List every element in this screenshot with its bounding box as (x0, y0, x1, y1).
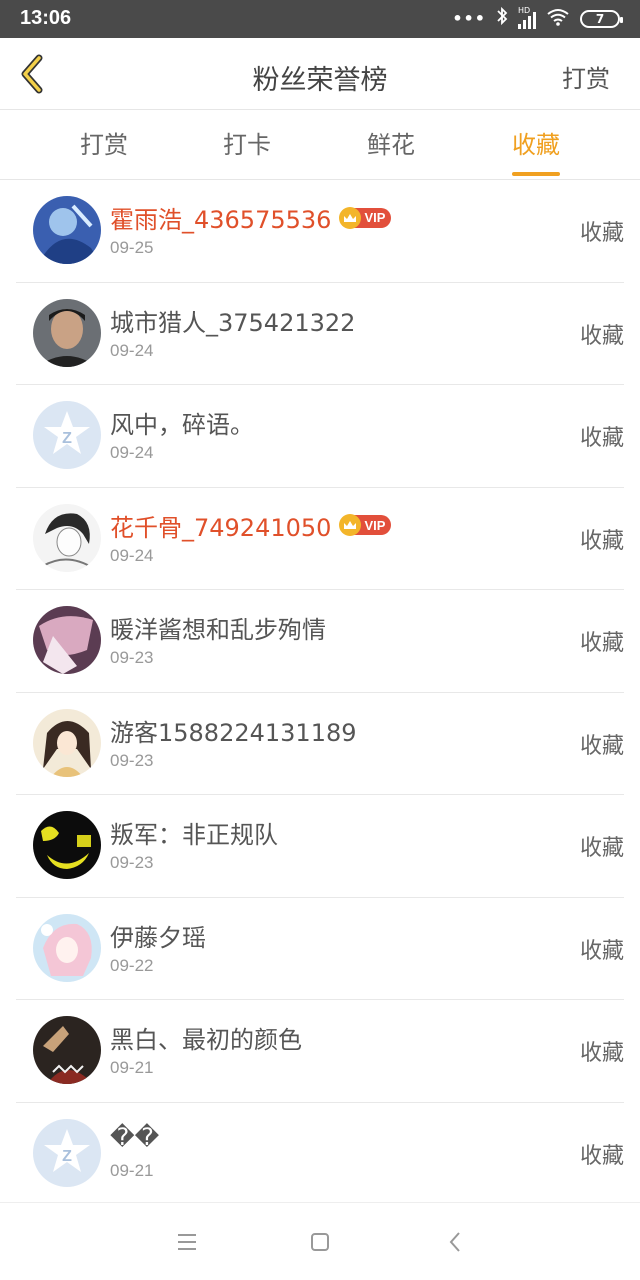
system-nav-bar (0, 1202, 640, 1280)
fan-date: 09-24 (110, 443, 154, 462)
status-icons: ••• HD 7 (452, 6, 623, 32)
fan-date: 09-24 (110, 545, 154, 565)
fan-action: 收藏 (579, 631, 624, 656)
wifi-icon (546, 8, 570, 30)
tab-flowers[interactable]: 鲜花 (341, 110, 441, 180)
fan-name: 伊藤夕瑶 (110, 923, 206, 952)
battery-level: 7 (595, 12, 605, 26)
signal-label: HD (518, 6, 531, 15)
crown-icon (339, 514, 362, 536)
signal-icon: HD (518, 6, 536, 29)
avatar (33, 708, 101, 777)
list-item[interactable]: 花千骨_749241050 VIP 09-24 收藏 (16, 488, 624, 590)
fan-date: 09-23 (110, 648, 154, 667)
header: 粉丝荣誉榜 打赏 (0, 38, 640, 110)
tab-bar: 打赏 打卡 鲜花 收藏 (0, 110, 640, 180)
fan-date: 09-21 (110, 1160, 154, 1180)
fan-action: 收藏 (579, 733, 624, 759)
fan-action: 收藏 (579, 323, 624, 349)
fan-name: 叛军：非正规队 (110, 821, 278, 849)
tab-checkin[interactable]: 打卡 (197, 110, 297, 180)
fan-action: 收藏 (579, 426, 624, 451)
fan-date: 09-21 (110, 1058, 154, 1077)
svg-text:Z: Z (62, 1148, 72, 1165)
home-square-icon (311, 1233, 329, 1251)
fan-name: 游客1588224131189 (110, 718, 357, 747)
bluetooth-icon (496, 6, 508, 32)
avatar (33, 298, 101, 367)
page-title: 粉丝荣誉榜 (252, 65, 388, 96)
vip-label: VIP (364, 210, 386, 225)
fan-action: 收藏 (579, 836, 624, 861)
avatar: Z (33, 1118, 101, 1187)
fan-name: �� (110, 1122, 160, 1151)
list-item[interactable]: 游客1588224131189 09-23 收藏 (16, 693, 624, 795)
fan-action: 收藏 (579, 528, 624, 554)
list-item[interactable]: Z 风中，碎语。 09-24 收藏 (16, 385, 624, 488)
fan-list: 霍雨浩_436575536 VIP 09-25 收藏 城市猎人_37542132… (0, 180, 640, 1205)
menu-button[interactable] (172, 1227, 202, 1257)
fan-date: 09-23 (110, 750, 154, 770)
list-item[interactable]: 黑白、最初的颜色 09-21 收藏 (16, 1000, 624, 1103)
list-item[interactable]: 叛军：非正规队 09-23 收藏 (16, 795, 624, 898)
avatar (33, 196, 101, 264)
fan-name: 黑白、最初的颜色 (110, 1026, 302, 1054)
svg-text:Z: Z (62, 430, 72, 447)
fan-name: 暖洋酱想和乱步殉情 (110, 616, 326, 644)
avatar (33, 606, 101, 674)
list-item[interactable]: Z �� 09-21 收藏 (16, 1103, 624, 1205)
list-item[interactable]: 暖洋酱想和乱步殉情 09-23 收藏 (16, 590, 624, 693)
avatar (33, 811, 101, 879)
avatar: Z (33, 401, 101, 469)
tab-reward[interactable]: 打赏 (54, 110, 154, 180)
fan-name: 风中，碎语。 (110, 411, 254, 439)
fan-name: 霍雨浩_436575536 (110, 206, 332, 234)
back-triangle-icon (449, 1232, 460, 1252)
more-dots-icon: ••• (452, 9, 486, 28)
fan-action: 收藏 (579, 1143, 624, 1169)
battery-icon: 7 (580, 10, 623, 28)
menu-icon (178, 1234, 196, 1250)
status-time: 13:06 (20, 7, 72, 29)
status-bar: 13:06 ••• HD 7 (0, 0, 640, 38)
avatar (33, 503, 101, 572)
fan-name: 花千骨_749241050 (110, 513, 332, 542)
fan-action: 收藏 (579, 1041, 624, 1066)
reward-button[interactable]: 打赏 (562, 59, 610, 94)
vip-label: VIP (364, 517, 386, 533)
fan-action: 收藏 (579, 221, 624, 246)
fan-date: 09-22 (110, 955, 154, 975)
system-back-button[interactable] (440, 1227, 470, 1257)
avatar (33, 1016, 101, 1084)
vip-badge: VIP (339, 514, 392, 536)
fan-name: 城市猎人_375421322 (110, 308, 356, 337)
fan-date: 09-23 (110, 853, 154, 872)
avatar (33, 913, 101, 982)
list-item[interactable]: 霍雨浩_436575536 VIP 09-25 收藏 (16, 180, 624, 283)
fan-action: 收藏 (579, 938, 624, 964)
crown-icon (339, 206, 362, 229)
home-button[interactable] (305, 1227, 335, 1257)
fan-date: 09-24 (110, 340, 154, 360)
vip-badge: VIP (339, 206, 392, 229)
tab-favorites[interactable]: 收藏 (486, 110, 586, 180)
list-item[interactable]: 伊藤夕瑶 09-22 收藏 (16, 898, 624, 1000)
list-item[interactable]: 城市猎人_375421322 09-24 收藏 (16, 283, 624, 385)
fan-date: 09-25 (110, 238, 154, 257)
